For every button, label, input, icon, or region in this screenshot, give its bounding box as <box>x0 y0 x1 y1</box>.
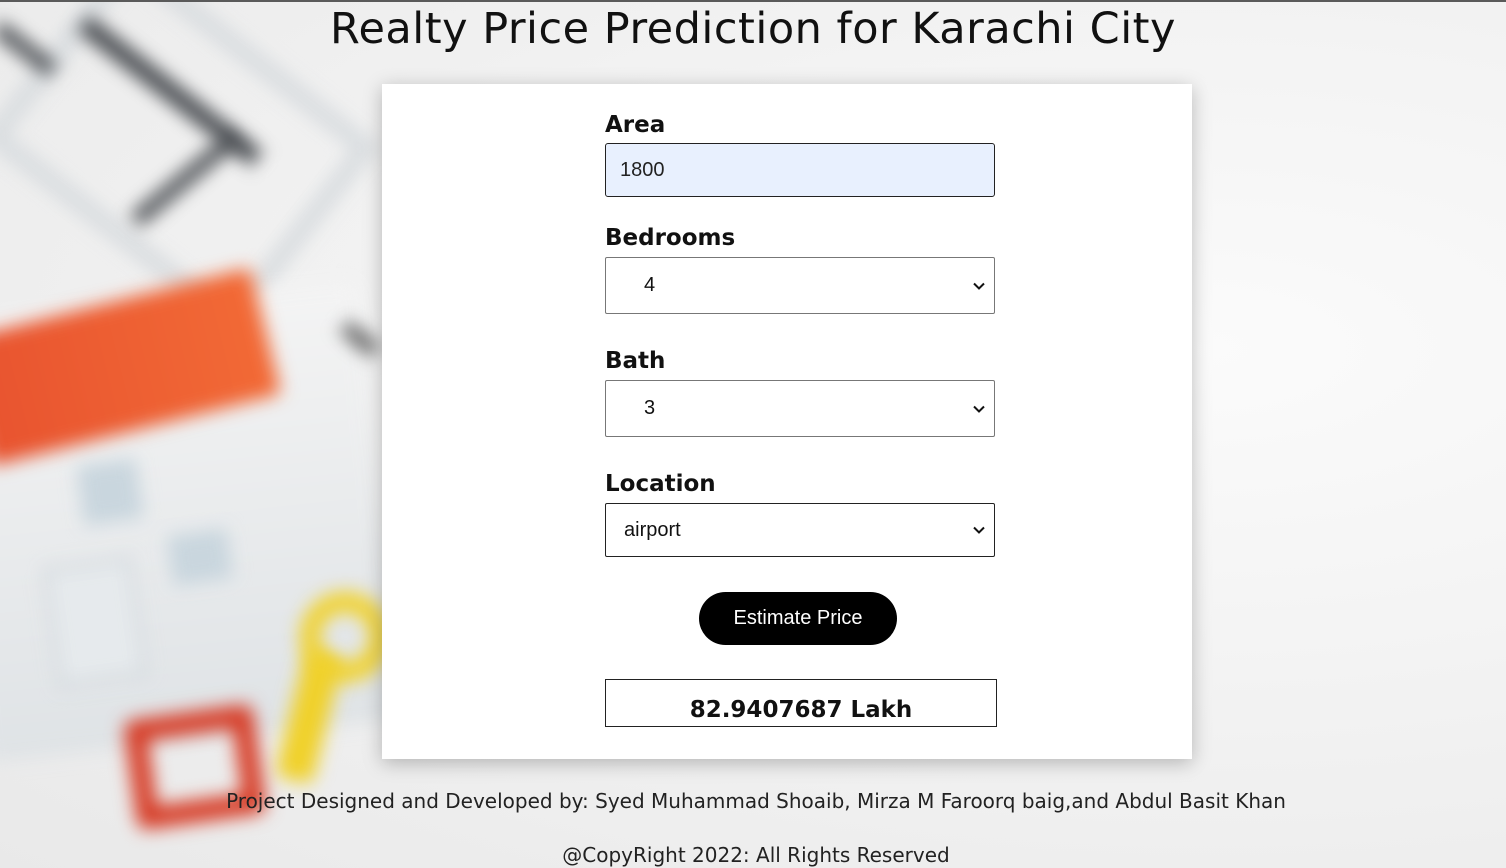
chevron-down-icon <box>964 282 994 290</box>
footer-credits: Project Designed and Developed by: Syed … <box>226 789 1286 813</box>
estimated-price-result: 82.9407687 Lakh <box>605 679 997 727</box>
prediction-form-card: Area 1800 Bedrooms 4 Bath 3 Location air… <box>382 84 1192 759</box>
location-label: Location <box>605 471 716 497</box>
bath-select[interactable]: 3 <box>605 380 995 437</box>
footer-copyright: @CopyRight 2022: All Rights Reserved <box>562 843 950 867</box>
location-select[interactable]: airport <box>605 503 995 557</box>
location-selected-value: airport <box>624 518 681 541</box>
bedrooms-select[interactable]: 4 <box>605 257 995 314</box>
estimate-price-button[interactable]: Estimate Price <box>699 592 897 645</box>
area-input[interactable]: 1800 <box>605 143 995 197</box>
page-title: Realty Price Prediction for Karachi City <box>330 4 1176 54</box>
bedrooms-selected-value: 4 <box>644 274 656 296</box>
chevron-down-icon <box>964 405 994 413</box>
area-label: Area <box>605 112 666 138</box>
bath-selected-value: 3 <box>644 397 656 419</box>
bedrooms-label: Bedrooms <box>605 225 736 251</box>
chevron-down-icon <box>964 526 994 534</box>
bath-label: Bath <box>605 348 666 374</box>
